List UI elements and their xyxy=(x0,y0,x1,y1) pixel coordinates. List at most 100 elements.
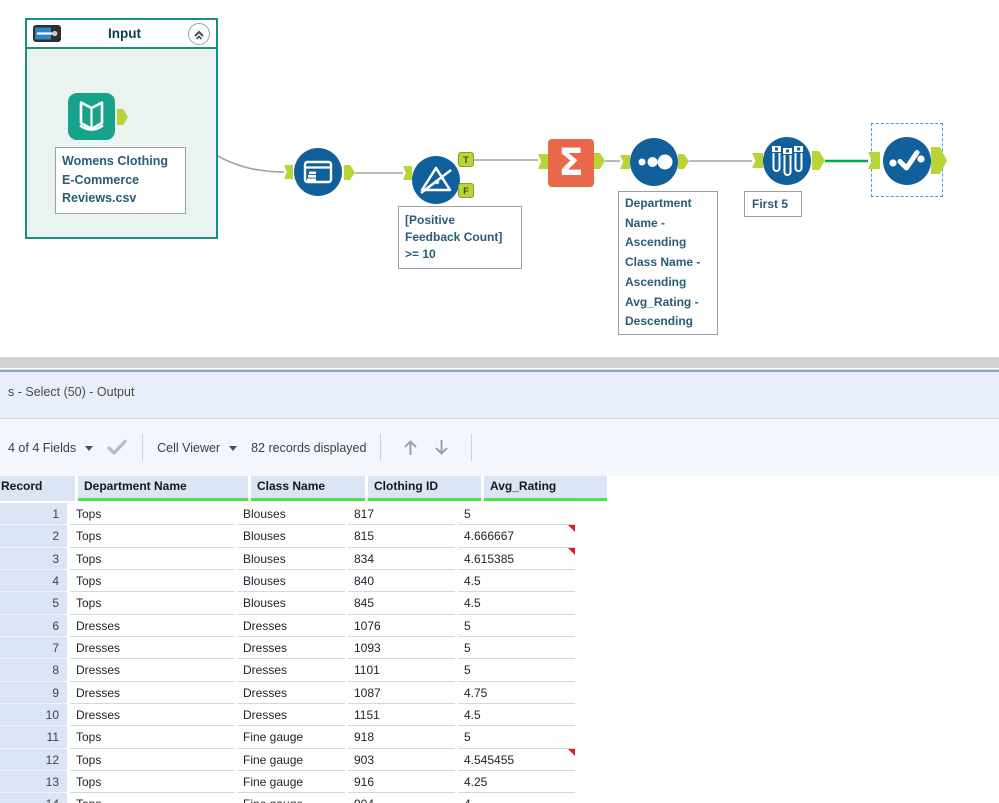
data-cell[interactable]: 1093 xyxy=(348,637,455,660)
column-header-clothing-id[interactable]: Clothing ID xyxy=(368,476,481,501)
data-cell[interactable]: Fine gauge xyxy=(237,793,345,803)
data-cell[interactable]: 916 xyxy=(348,771,455,794)
data-cell[interactable]: Dresses xyxy=(70,614,234,638)
data-cell[interactable]: 845 xyxy=(348,592,455,615)
tool-annotation-sample[interactable]: First 5 xyxy=(744,191,802,217)
data-cell[interactable]: Tops xyxy=(70,771,234,794)
table-row[interactable]: 8 Dresses Dresses 1101 5 xyxy=(0,659,700,682)
table-row[interactable]: 1 Tops Blouses 817 5 xyxy=(0,503,700,526)
data-cell[interactable]: 815 xyxy=(348,525,455,548)
sort-tool[interactable] xyxy=(630,138,678,186)
record-number-cell[interactable]: 8 xyxy=(0,659,67,682)
data-cell[interactable]: Blouses xyxy=(237,570,345,593)
panel-splitter[interactable] xyxy=(0,357,999,368)
data-cell[interactable]: 903 xyxy=(348,748,455,772)
record-number-cell[interactable]: 6 xyxy=(0,614,67,638)
data-cell[interactable]: 1101 xyxy=(348,659,455,682)
data-cell[interactable]: 4.615385 xyxy=(458,547,575,571)
table-row[interactable]: 4 Tops Blouses 840 4.5 xyxy=(0,570,700,593)
data-cell[interactable]: 5 xyxy=(458,637,575,660)
data-cell[interactable]: Blouses xyxy=(237,547,345,571)
record-number-cell[interactable]: 11 xyxy=(0,726,67,749)
record-number-cell[interactable]: 12 xyxy=(0,748,67,772)
arrow-up-button[interactable] xyxy=(402,438,419,457)
record-number-cell[interactable]: 3 xyxy=(0,547,67,571)
apply-check-icon[interactable] xyxy=(106,439,128,456)
tool-annotation-filter[interactable]: [Positive Feedback Count] >= 10 xyxy=(398,206,522,269)
column-header-department-name[interactable]: Department Name xyxy=(78,476,248,501)
data-cell[interactable]: Blouses xyxy=(237,592,345,615)
filter-tool[interactable] xyxy=(412,156,460,204)
data-cell[interactable]: Tops xyxy=(70,547,234,571)
data-cell[interactable]: Blouses xyxy=(237,525,345,548)
data-cell[interactable]: 4.5 xyxy=(458,704,575,727)
data-cell[interactable]: 4.25 xyxy=(458,771,575,794)
data-cell[interactable]: Tops xyxy=(70,525,234,548)
data-cell[interactable]: 4.5 xyxy=(458,570,575,593)
data-cell[interactable]: 4 xyxy=(458,793,575,803)
data-cell[interactable]: Dresses xyxy=(70,637,234,660)
data-cell[interactable]: 1151 xyxy=(348,704,455,727)
tool-annotation-input[interactable]: Womens Clothing E-Commerce Reviews.csv xyxy=(55,147,186,214)
data-cell[interactable]: 918 xyxy=(348,726,455,749)
data-cell[interactable]: 4.545455 xyxy=(458,748,575,772)
table-row[interactable]: 14TopsFine gauge9044 xyxy=(0,793,700,803)
record-number-cell[interactable]: 9 xyxy=(0,681,67,705)
data-cell[interactable]: 5 xyxy=(458,659,575,682)
table-row[interactable]: 13 Tops Fine gauge 916 4.25 xyxy=(0,771,700,794)
collapse-button[interactable] xyxy=(188,22,210,45)
data-cell[interactable]: 5 xyxy=(458,726,575,749)
data-cell[interactable]: 4.666667 xyxy=(458,525,575,548)
table-row[interactable]: 6 Dresses Dresses 1076 5 xyxy=(0,614,700,638)
container-toggle-icon[interactable] xyxy=(33,25,61,42)
sample-tool[interactable] xyxy=(763,137,811,185)
fields-dropdown[interactable]: 4 of 4 Fields xyxy=(8,441,94,455)
data-cell[interactable]: Dresses xyxy=(70,659,234,682)
select-tool[interactable] xyxy=(883,137,931,185)
input-data-tool[interactable] xyxy=(68,93,115,140)
data-cell[interactable]: 840 xyxy=(348,570,455,593)
record-number-cell[interactable]: 13 xyxy=(0,771,67,794)
record-number-cell[interactable]: 5 xyxy=(0,592,67,615)
data-cell[interactable]: Blouses xyxy=(237,503,345,526)
table-row[interactable]: 7 Dresses Dresses 1093 5 xyxy=(0,637,700,660)
table-row[interactable]: 9 Dresses Dresses 1087 4.75 xyxy=(0,681,700,705)
data-cell[interactable]: Dresses xyxy=(70,681,234,705)
record-number-cell[interactable]: 7 xyxy=(0,637,67,660)
table-row[interactable]: 12 Tops Fine gauge 903 4.545455 xyxy=(0,748,700,772)
data-cell[interactable]: 5 xyxy=(458,614,575,638)
table-row[interactable]: 10 Dresses Dresses 1151 4.5 xyxy=(0,704,700,727)
record-number-cell[interactable]: 14 xyxy=(0,793,67,803)
record-number-cell[interactable]: 1 xyxy=(0,503,67,526)
data-cell[interactable]: 4.75 xyxy=(458,681,575,705)
data-cell[interactable]: Tops xyxy=(70,748,234,772)
record-number-cell[interactable]: 10 xyxy=(0,704,67,727)
data-cell[interactable]: 4.5 xyxy=(458,592,575,615)
data-cell[interactable]: Dresses xyxy=(237,659,345,682)
record-number-cell[interactable]: 4 xyxy=(0,570,67,593)
data-cell[interactable]: Tops xyxy=(70,726,234,749)
data-cell[interactable]: 5 xyxy=(458,503,575,526)
table-row[interactable]: 11 Tops Fine gauge 918 5 xyxy=(0,726,700,749)
browse-tool[interactable] xyxy=(294,148,342,196)
column-header-avg-rating[interactable]: Avg_Rating xyxy=(484,476,607,501)
cell-viewer-dropdown[interactable]: Cell Viewer xyxy=(157,441,238,455)
false-output-anchor[interactable]: F xyxy=(458,183,474,198)
true-output-anchor[interactable]: T xyxy=(458,152,474,167)
column-header-class-name[interactable]: Class Name xyxy=(251,476,365,501)
data-cell[interactable]: 834 xyxy=(348,547,455,571)
column-header-record[interactable]: Record xyxy=(0,476,75,501)
data-cell[interactable]: Fine gauge xyxy=(237,771,345,794)
record-number-cell[interactable]: 2 xyxy=(0,525,67,548)
data-cell[interactable]: Dresses xyxy=(237,704,345,727)
table-row[interactable]: 3 Tops Blouses 834 4.615385 xyxy=(0,547,700,571)
data-cell[interactable]: Tops xyxy=(70,592,234,615)
table-row[interactable]: 2 Tops Blouses 815 4.666667 xyxy=(0,525,700,548)
workflow-canvas[interactable]: Input Womens Clothing E-Commerce Reviews… xyxy=(0,0,999,357)
data-cell[interactable]: Fine gauge xyxy=(237,748,345,772)
data-cell[interactable]: Tops xyxy=(70,570,234,593)
data-cell[interactable]: Tops xyxy=(70,503,234,526)
data-cell[interactable]: Fine gauge xyxy=(237,726,345,749)
tool-annotation-sort[interactable]: Department Name - Ascending Class Name -… xyxy=(618,191,718,335)
arrow-down-button[interactable] xyxy=(433,438,450,457)
